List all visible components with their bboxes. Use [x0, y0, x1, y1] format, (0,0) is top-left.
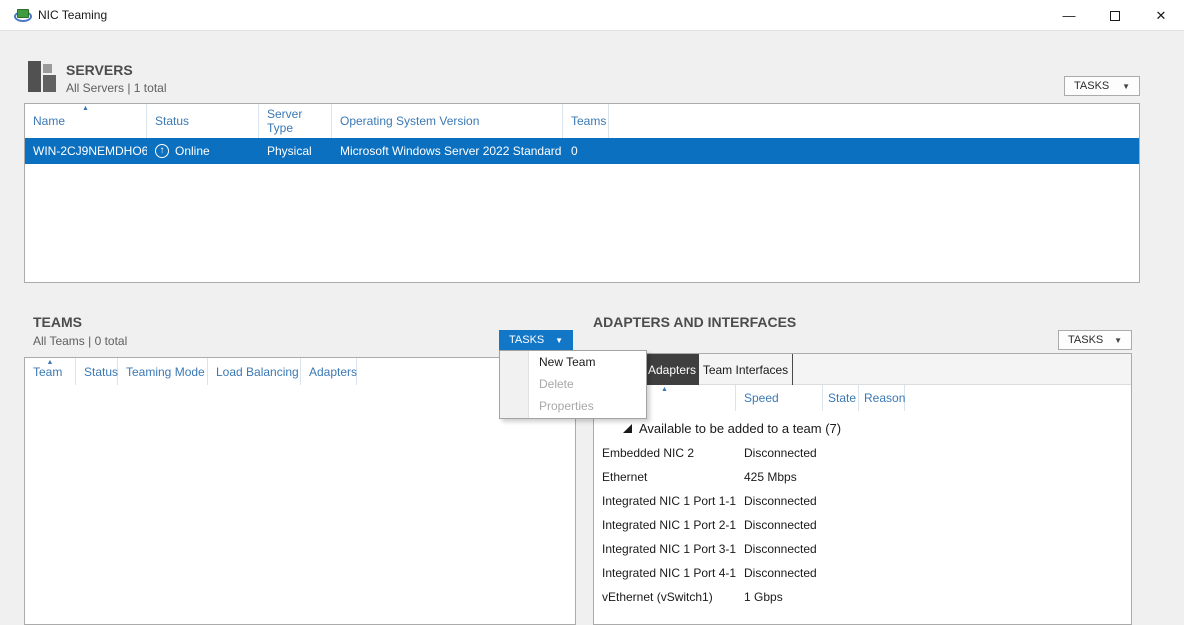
- adapters-panel: Adapters Team Interfaces ▲ Speed State R…: [593, 353, 1132, 625]
- server-status: ↑ Online: [147, 138, 259, 164]
- teams-col-load-balancing[interactable]: Load Balancing: [208, 358, 301, 385]
- servers-table-header: ▲ Name Status Server Type Operating Syst…: [25, 104, 1139, 138]
- adapter-row[interactable]: Integrated NIC 1 Port 4-1 Disconnected: [594, 561, 1131, 585]
- adapter-speed: Disconnected: [736, 441, 823, 465]
- window-title: NIC Teaming: [38, 0, 107, 31]
- chevron-down-icon: ▼: [555, 336, 563, 345]
- sort-ascending-icon: ▲: [47, 359, 54, 367]
- close-button[interactable]: ✕: [1138, 0, 1184, 31]
- adapter-name: Integrated NIC 1 Port 4-1: [594, 561, 736, 585]
- teams-col-teaming-mode[interactable]: Teaming Mode: [118, 358, 208, 385]
- minimize-icon: —: [1063, 8, 1076, 23]
- maximize-button[interactable]: [1092, 0, 1138, 31]
- server-type: Physical: [259, 138, 332, 164]
- group-expanded-icon: [623, 424, 632, 433]
- adapter-speed: 1 Gbps: [736, 585, 823, 609]
- adapters-tasks-button[interactable]: TASKS ▼: [1058, 330, 1132, 350]
- adapters-table-header: ▲ Speed State Reason: [594, 385, 1131, 411]
- adapter-name: Ethernet: [594, 465, 736, 489]
- servers-section-subtitle: All Servers | 1 total: [66, 81, 167, 95]
- teams-table: ▲ Team Status Teaming Mode Load Balancin…: [24, 357, 576, 625]
- minimize-button[interactable]: —: [1046, 0, 1092, 31]
- servers-section-icon: [28, 61, 60, 92]
- server-teams-count: 0: [563, 138, 609, 164]
- server-row-selected[interactable]: WIN-2CJ9NEMDHO6 ↑ Online Physical Micros…: [25, 138, 1139, 164]
- teams-tasks-button[interactable]: TASKS ▼: [499, 330, 573, 350]
- servers-col-os-version[interactable]: Operating System Version: [332, 104, 563, 138]
- adapter-name: Embedded NIC 2: [594, 441, 736, 465]
- server-name: WIN-2CJ9NEMDHO6: [25, 138, 147, 164]
- adapter-row[interactable]: vEthernet (vSwitch1) 1 Gbps: [594, 585, 1131, 609]
- adapter-speed: Disconnected: [736, 513, 823, 537]
- adapter-row[interactable]: Embedded NIC 2 Disconnected: [594, 441, 1131, 465]
- adapter-speed: Disconnected: [736, 537, 823, 561]
- teams-table-header: ▲ Team Status Teaming Mode Load Balancin…: [25, 358, 575, 385]
- close-icon: ✕: [1156, 8, 1167, 24]
- adapter-row[interactable]: Integrated NIC 1 Port 2-1 Disconnected: [594, 513, 1131, 537]
- adapters-col-speed[interactable]: Speed: [736, 385, 823, 411]
- menu-item-properties: Properties: [500, 395, 646, 417]
- servers-col-status[interactable]: Status: [147, 104, 259, 138]
- sort-ascending-icon: ▲: [82, 105, 89, 113]
- adapters-tabstrip: Adapters Team Interfaces: [594, 354, 1131, 385]
- servers-section-title: SERVERS: [66, 62, 133, 78]
- teams-col-status[interactable]: Status: [76, 358, 118, 385]
- adapter-row[interactable]: Ethernet 425 Mbps: [594, 465, 1131, 489]
- teams-section-title: TEAMS: [33, 314, 82, 330]
- chevron-down-icon: ▼: [1114, 336, 1122, 345]
- servers-col-server-type[interactable]: Server Type: [259, 104, 332, 138]
- nic-teaming-app-icon: [14, 7, 33, 23]
- adapter-name: Integrated NIC 1 Port 3-1: [594, 537, 736, 561]
- titlebar: NIC Teaming — ✕: [0, 0, 1184, 31]
- teams-tasks-menu: New Team Delete Properties: [499, 350, 647, 419]
- teams-section-subtitle: All Teams | 0 total: [33, 334, 127, 348]
- teams-col-adapters[interactable]: Adapters: [301, 358, 357, 385]
- servers-col-name[interactable]: ▲ Name: [25, 104, 147, 138]
- adapters-section-title: ADAPTERS AND INTERFACES: [593, 314, 796, 330]
- adapter-speed: Disconnected: [736, 561, 823, 585]
- tab-adapters[interactable]: Adapters: [645, 354, 699, 385]
- adapter-name: Integrated NIC 1 Port 2-1: [594, 513, 736, 537]
- tab-team-interfaces[interactable]: Team Interfaces: [699, 354, 793, 385]
- adapters-col-reason[interactable]: Reason: [859, 385, 905, 411]
- menu-item-new-team[interactable]: New Team: [500, 351, 646, 373]
- adapter-name: vEthernet (vSwitch1): [594, 585, 736, 609]
- menu-item-delete: Delete: [500, 373, 646, 395]
- adapters-group-header[interactable]: Available to be added to a team (7): [594, 415, 1131, 441]
- servers-col-teams[interactable]: Teams: [563, 104, 609, 138]
- adapters-col-state[interactable]: State: [823, 385, 859, 411]
- online-status-icon: ↑: [155, 144, 169, 158]
- adapter-speed: 425 Mbps: [736, 465, 823, 489]
- adapter-row[interactable]: Integrated NIC 1 Port 1-1 Disconnected: [594, 489, 1131, 513]
- adapter-name: Integrated NIC 1 Port 1-1: [594, 489, 736, 513]
- server-os-version: Microsoft Windows Server 2022 Standard: [332, 138, 563, 164]
- sort-ascending-icon: ▲: [661, 386, 668, 394]
- adapter-row[interactable]: Integrated NIC 1 Port 3-1 Disconnected: [594, 537, 1131, 561]
- servers-table: ▲ Name Status Server Type Operating Syst…: [24, 103, 1140, 283]
- adapter-speed: Disconnected: [736, 489, 823, 513]
- chevron-down-icon: ▼: [1122, 82, 1130, 91]
- maximize-icon: [1110, 11, 1120, 21]
- adapters-table-body: Available to be added to a team (7) Embe…: [594, 411, 1131, 609]
- teams-col-team[interactable]: ▲ Team: [25, 358, 76, 385]
- servers-tasks-button[interactable]: TASKS ▼: [1064, 76, 1140, 96]
